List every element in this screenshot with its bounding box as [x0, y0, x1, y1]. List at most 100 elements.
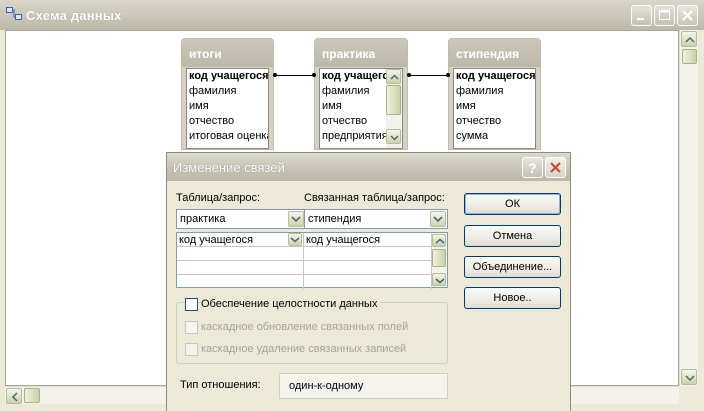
maximize-icon	[659, 10, 670, 20]
table-query-label: Таблица/запрос:	[176, 192, 261, 204]
relationship-line[interactable]	[274, 75, 314, 76]
scroll-down-button[interactable]	[432, 273, 446, 286]
right-field-value: код учащегося	[306, 234, 381, 246]
grid-empty-cell[interactable]	[304, 247, 432, 261]
relationship-end	[407, 73, 411, 77]
maximize-button[interactable]	[654, 5, 675, 26]
cancel-button[interactable]: Отмена	[464, 225, 561, 247]
arrow-down-icon	[685, 375, 695, 382]
chevron-down-icon	[433, 216, 443, 223]
close-button[interactable]	[677, 5, 698, 26]
field-item[interactable]: сумма	[454, 129, 535, 144]
window-titlebar[interactable]: Схема данных	[0, 0, 704, 30]
relation-type-value: один-к-одному	[289, 380, 364, 392]
field-list[interactable]: код учащегося фамилия имя отчество предп…	[319, 68, 403, 149]
left-field-value: код учащегося	[179, 234, 254, 246]
scroll-thumb[interactable]	[682, 49, 697, 64]
cascade-delete-label: каскадное удаление связанных записей	[201, 343, 407, 355]
arrow-left-icon	[11, 392, 18, 402]
chevron-down-icon	[291, 216, 301, 223]
field-item[interactable]: отчество	[454, 114, 535, 129]
enforce-integrity-checkbox[interactable]	[185, 298, 198, 311]
left-field-dropdown[interactable]	[288, 233, 302, 246]
relationship-end	[273, 73, 277, 77]
arrow-down-icon	[390, 135, 399, 141]
arrow-up-icon	[435, 238, 445, 244]
scroll-thumb[interactable]	[24, 388, 40, 403]
scroll-left-button[interactable]	[6, 388, 22, 404]
grid-scrollbar[interactable]	[432, 233, 447, 287]
table-header[interactable]: практика	[315, 39, 407, 67]
field-item[interactable]: отчество	[187, 114, 268, 129]
field-item[interactable]: код учащегося	[187, 69, 268, 84]
table-select-value: практика	[180, 213, 226, 225]
create-new-button[interactable]: Новое..	[464, 287, 561, 309]
table-header[interactable]: итоги	[182, 39, 273, 67]
field-item[interactable]: предприятия	[320, 129, 390, 144]
relationship-line[interactable]	[408, 75, 448, 76]
scroll-up-button[interactable]	[386, 69, 401, 84]
table-itogi[interactable]: итоги код учащегося фамилия имя отчество…	[181, 38, 274, 150]
scroll-down-button[interactable]	[681, 369, 697, 385]
relationships-window: Схема данных итоги код учащегося фамилия…	[0, 0, 704, 411]
scroll-up-button[interactable]	[681, 31, 697, 47]
help-button[interactable]: ?	[522, 157, 543, 178]
dialog-title: Изменение связей	[173, 160, 285, 175]
arrow-down-icon	[435, 278, 445, 284]
table-stipendiya[interactable]: стипендия код учащегося фамилия имя отче…	[448, 38, 541, 150]
arrow-up-icon	[390, 74, 399, 80]
related-table-select-dropdown[interactable]	[430, 211, 446, 227]
relationships-icon	[6, 7, 22, 20]
field-item[interactable]: код учащегося	[320, 69, 388, 84]
join-type-button[interactable]: Объединение...	[464, 256, 561, 278]
field-item[interactable]: код учащегося	[454, 69, 535, 84]
relation-type-label: Тип отношения:	[180, 379, 261, 391]
ok-button[interactable]: ОК	[464, 193, 561, 215]
svg-text:?: ?	[528, 160, 537, 176]
related-table-select[interactable]: стипендия	[304, 209, 448, 229]
chevron-down-icon	[290, 237, 300, 243]
right-field-cell[interactable]: код учащегося	[304, 233, 432, 247]
close-icon	[550, 162, 561, 173]
field-mapping-grid[interactable]: код учащегося код учащегося	[176, 232, 448, 289]
arrow-up-icon	[685, 36, 695, 43]
dialog-titlebar[interactable]: Изменение связей ?	[167, 153, 570, 181]
field-item[interactable]: фамилия	[187, 84, 268, 99]
help-icon: ?	[528, 160, 537, 176]
grid-empty-cell[interactable]	[177, 247, 304, 261]
scroll-down-button[interactable]	[386, 129, 401, 144]
related-table-label: Связанная таблица/запрос:	[304, 192, 445, 204]
table-header[interactable]: стипендия	[449, 39, 540, 67]
scroll-thumb[interactable]	[432, 249, 446, 267]
relationship-end	[312, 73, 316, 77]
related-table-select-value: стипендия	[308, 213, 362, 225]
close-icon	[682, 10, 693, 21]
grid-empty-cell[interactable]	[177, 261, 304, 275]
field-list[interactable]: код учащегося фамилия имя отчество сумма	[453, 68, 536, 149]
field-item[interactable]: итоговая оценка	[187, 129, 268, 144]
field-item[interactable]: фамилия	[454, 84, 535, 99]
grid-empty-cell[interactable]	[304, 261, 432, 275]
grid-empty-cell[interactable]	[304, 275, 432, 289]
relationship-end	[446, 73, 450, 77]
cascade-delete-checkbox[interactable]	[185, 343, 198, 356]
left-field-cell[interactable]: код учащегося	[177, 233, 304, 247]
table-select[interactable]: практика	[176, 209, 306, 229]
table-select-dropdown[interactable]	[288, 211, 304, 227]
scroll-thumb[interactable]	[386, 85, 401, 115]
cascade-update-label: каскадное обновление связанных полей	[201, 321, 409, 333]
table-praktika[interactable]: практика код учащегося фамилия имя отчес…	[314, 38, 408, 150]
dialog-close-button[interactable]	[545, 157, 566, 178]
field-list-scrollbar[interactable]	[386, 69, 402, 148]
vertical-scrollbar[interactable]	[679, 30, 698, 386]
minimize-icon	[637, 18, 644, 20]
field-item[interactable]: имя	[187, 99, 268, 114]
field-item[interactable]: имя	[454, 99, 535, 114]
cascade-update-checkbox[interactable]	[185, 321, 198, 334]
window-title: Схема данных	[26, 8, 122, 23]
grid-empty-cell[interactable]	[177, 275, 304, 289]
scroll-up-button[interactable]	[432, 234, 446, 247]
enforce-integrity-label: Обеспечение целостности данных	[201, 298, 382, 310]
minimize-button[interactable]	[631, 5, 652, 26]
field-list[interactable]: код учащегося фамилия имя отчество итого…	[186, 68, 269, 149]
